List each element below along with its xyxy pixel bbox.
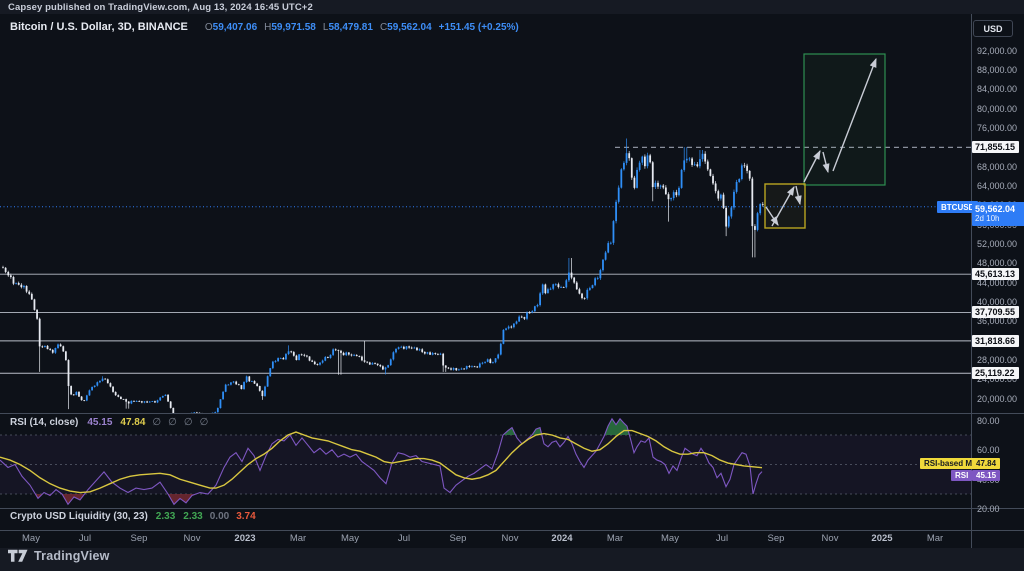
ohlc-open-label: O (205, 22, 213, 33)
publish-text: Capsey published on TradingView.com, Aug… (8, 2, 313, 13)
month-tick-label: May (22, 533, 40, 544)
liquidity-title[interactable]: Crypto USD Liquidity (30, 23) (10, 511, 148, 522)
rsi-tick-label: 60.00 (977, 445, 1000, 455)
price-tick-label: 80,000.00 (977, 104, 1017, 114)
drawn-line-price-label: 71,855.15 (972, 141, 1019, 153)
price-tick-label: 20,000.00 (977, 394, 1017, 404)
month-tick-label: Mar (290, 533, 306, 544)
rsi-line-tag: RSI (951, 470, 972, 481)
price-tick-label: 28,000.00 (977, 355, 1017, 365)
rsi-title[interactable]: RSI (14, close) (10, 417, 78, 428)
month-tick-label: Mar (607, 533, 623, 544)
symbol-legend[interactable]: Bitcoin / U.S. Dollar, 3D, BINANCE O59,40… (10, 21, 519, 33)
bar-countdown: 2d 10h (975, 214, 1024, 224)
rsi-legend[interactable]: RSI (14, close) 45.15 47.84 ∅ ∅ ∅ ∅ (10, 417, 208, 428)
chart-canvas[interactable] (0, 0, 1024, 571)
month-tick-label: Jul (716, 533, 728, 544)
month-tick-label: Nov (184, 533, 201, 544)
last-price-value: 59,562.04 (975, 204, 1024, 214)
price-change: +151.45 (+0.25%) (439, 22, 519, 33)
year-tick-label: 2023 (234, 533, 255, 544)
rsi-tick-label: 80.00 (977, 416, 1000, 426)
year-tick-label: 2025 (871, 533, 892, 544)
drawn-line-price-label: 25,119.22 (972, 367, 1019, 379)
price-tick-label: 92,000.00 (977, 46, 1017, 56)
liquidity-value-2: 2.33 (183, 511, 202, 522)
rsi-empty-value: ∅ (168, 417, 177, 428)
tradingview-attribution[interactable]: TradingView (8, 549, 110, 563)
month-tick-label: Mar (927, 533, 943, 544)
rsi-empty-value: ∅ (200, 417, 209, 428)
drawn-line-price-label: 37,709.55 (972, 306, 1019, 318)
tradingview-logo-icon (8, 549, 28, 563)
year-tick-label: 2024 (551, 533, 572, 544)
price-tick-label: 40,000.00 (977, 297, 1017, 307)
month-tick-label: May (661, 533, 679, 544)
rsi-empty-value: ∅ (152, 417, 161, 428)
month-tick-label: Sep (450, 533, 467, 544)
rsi-ma-value: 47.84 (120, 417, 145, 428)
liquidity-value-1: 2.33 (156, 511, 175, 522)
price-tick-label: 52,000.00 (977, 239, 1017, 249)
month-tick-label: Jul (398, 533, 410, 544)
publish-bar: Capsey published on TradingView.com, Aug… (0, 0, 1024, 14)
liquidity-value-4: 3.74 (236, 511, 255, 522)
tradingview-chart-screenshot: Capsey published on TradingView.com, Aug… (0, 0, 1024, 571)
ohlc-close-value: 59,562.04 (387, 22, 432, 33)
drawn-line-price-label: 31,818.66 (972, 335, 1019, 347)
rsi-axis-value: 45.15 (972, 470, 1000, 481)
drawn-line-price-label: 45,613.13 (972, 268, 1019, 280)
last-price-badge: 59,562.04 2d 10h (972, 202, 1024, 226)
liquidity-legend[interactable]: Crypto USD Liquidity (30, 23) 2.33 2.33 0.0… (10, 511, 256, 522)
rsi-ma-axis-value: 47.84 (972, 458, 1000, 469)
tradingview-attribution-text: TradingView (34, 549, 110, 563)
month-tick-label: Jul (79, 533, 91, 544)
rsi-tick-label: 20.00 (977, 504, 1000, 514)
price-tick-label: 88,000.00 (977, 65, 1017, 75)
symbol-title[interactable]: Bitcoin / U.S. Dollar, 3D, BINANCE (10, 21, 188, 33)
price-tick-label: 64,000.00 (977, 181, 1017, 191)
price-tick-label: 48,000.00 (977, 258, 1017, 268)
month-tick-label: Nov (502, 533, 519, 544)
month-tick-label: Sep (131, 533, 148, 544)
ohlc-open-value: 59,407.06 (213, 22, 258, 33)
price-tick-label: 84,000.00 (977, 84, 1017, 94)
month-tick-label: Sep (768, 533, 785, 544)
rsi-value: 45.15 (87, 417, 112, 428)
month-tick-label: Nov (822, 533, 839, 544)
month-tick-label: May (341, 533, 359, 544)
price-tick-label: 68,000.00 (977, 162, 1017, 172)
rsi-empty-value: ∅ (184, 417, 193, 428)
liquidity-value-3: 0.00 (210, 511, 229, 522)
currency-toggle-button[interactable]: USD (973, 20, 1013, 37)
ohlc-low-value: 58,479.81 (328, 22, 373, 33)
price-tick-label: 76,000.00 (977, 123, 1017, 133)
ohlc-high-value: 59,971.58 (271, 22, 316, 33)
